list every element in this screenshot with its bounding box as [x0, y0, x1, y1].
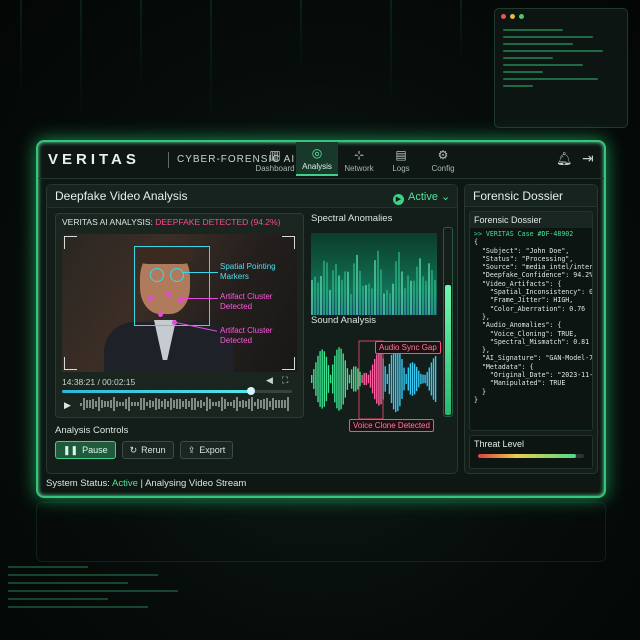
app-logo: VERITAS: [48, 151, 140, 168]
export-icon: ⇪: [187, 444, 196, 455]
dossier-json: >> VERITAS Case #DF-48902 { "Subject": "…: [474, 230, 593, 404]
dossier-card: Forensic Dossier >> VERITAS Case #DF-489…: [469, 211, 593, 431]
audio-sync-gap-tag: Audio Sync Gap: [375, 341, 441, 354]
sound-section: Sound Analysis Audio Sync Gap Voice Clon…: [311, 315, 441, 432]
radar-icon: ◎: [311, 146, 323, 160]
dossier-card-title: Forensic Dossier: [470, 212, 592, 228]
confidence-meter-fill: [445, 284, 451, 415]
annotation-artifact-cluster-2: Artifact Cluster Detected: [220, 326, 273, 345]
video-progress-bar[interactable]: [62, 387, 292, 395]
volume-icon[interactable]: ◀︎: [266, 375, 273, 386]
video-player: VERITAS AI ANALYSIS: DEEPFAKE DETECTED (…: [55, 213, 304, 418]
main-nav: ▥ Dashboard ◎ Analysis ⊹ Network ▤ Logs ⚙ Con…: [254, 142, 464, 176]
background-code-lines: [0, 560, 200, 640]
spectrogram: [311, 233, 437, 315]
dossier-panel-title: Forensic Dossier: [465, 185, 597, 207]
bar-chart-icon: ▥: [269, 148, 281, 162]
bell-icon[interactable]: 🔔︎: [556, 151, 573, 167]
app-window: VERITAS CYBER-FORENSIC AI ▥ Dashboard ◎ An…: [36, 140, 606, 498]
face-detection-box: [134, 246, 210, 326]
threat-level-bar: [478, 454, 584, 458]
nav-analysis[interactable]: ◎ Analysis: [296, 142, 338, 176]
top-bar: VERITAS CYBER-FORENSIC AI ▥ Dashboard ◎ An…: [38, 142, 604, 179]
play-button[interactable]: ▶: [64, 400, 71, 411]
voice-clone-tag: Voice Clone Detected: [349, 419, 434, 432]
network-icon: ⊹: [353, 148, 365, 162]
audio-waveform: [80, 396, 296, 412]
logout-icon[interactable]: ⇥: [582, 150, 594, 167]
nav-logs[interactable]: ▤ Logs: [380, 142, 422, 176]
spectral-section: Spectral Anomalies: [311, 213, 437, 327]
threat-level: Threat Level: [469, 435, 593, 469]
nav-network[interactable]: ⊹ Network: [338, 142, 380, 176]
panel-title: Deepfake Video Analysis: [55, 189, 188, 203]
background-code-window: [494, 8, 628, 128]
fullscreen-icon[interactable]: ⛶: [282, 375, 288, 386]
document-icon: ▤: [395, 148, 407, 162]
nav-config[interactable]: ⚙ Config: [422, 142, 464, 176]
video-timestamp: 14:38:21 / 00:02:15: [62, 377, 136, 387]
analysis-result: VERITAS AI ANALYSIS: DEEPFAKE DETECTED (…: [62, 217, 281, 227]
confidence-meter: [443, 227, 453, 417]
analysis-controls: Analysis Controls ❚❚ Pause ↻ Rerun ⇪ Export: [55, 425, 234, 459]
play-icon: ▶: [393, 194, 404, 205]
annotation-spatial-markers: Spatial Pointing Markers: [220, 262, 276, 281]
refresh-icon: ↻: [129, 444, 138, 455]
annotation-artifact-cluster-1: Artifact Cluster Detected: [220, 292, 273, 311]
spectral-title: Spectral Anomalies: [311, 213, 393, 224]
dossier-panel: Forensic Dossier Forensic Dossier >> VER…: [464, 184, 598, 474]
export-button[interactable]: ⇪ Export: [179, 441, 234, 459]
nav-dashboard[interactable]: ▥ Dashboard: [254, 142, 296, 176]
gear-icon: ⚙: [437, 148, 449, 162]
video-frame[interactable]: Spatial Pointing Markers Artifact Cluster…: [62, 234, 297, 372]
analysis-panel: Deepfake Video Analysis ▶ Active ⌄ VERITA…: [46, 184, 458, 474]
progress-knob[interactable]: [246, 387, 255, 395]
rerun-button[interactable]: ↻ Rerun: [121, 441, 174, 459]
pause-button[interactable]: ❚❚ Pause: [55, 441, 116, 459]
system-status: System Status: Active | Analysing Video …: [46, 478, 247, 489]
window-reflection: [36, 502, 606, 562]
threat-level-fill: [478, 454, 576, 458]
sound-title: Sound Analysis: [311, 315, 376, 326]
controls-title: Analysis Controls: [55, 425, 129, 436]
threat-level-label: Threat Level: [474, 439, 525, 449]
status-dropdown[interactable]: ▶ Active ⌄: [393, 190, 450, 205]
pause-icon: ❚❚: [63, 444, 79, 455]
chevron-down-icon: ⌄: [441, 191, 451, 203]
